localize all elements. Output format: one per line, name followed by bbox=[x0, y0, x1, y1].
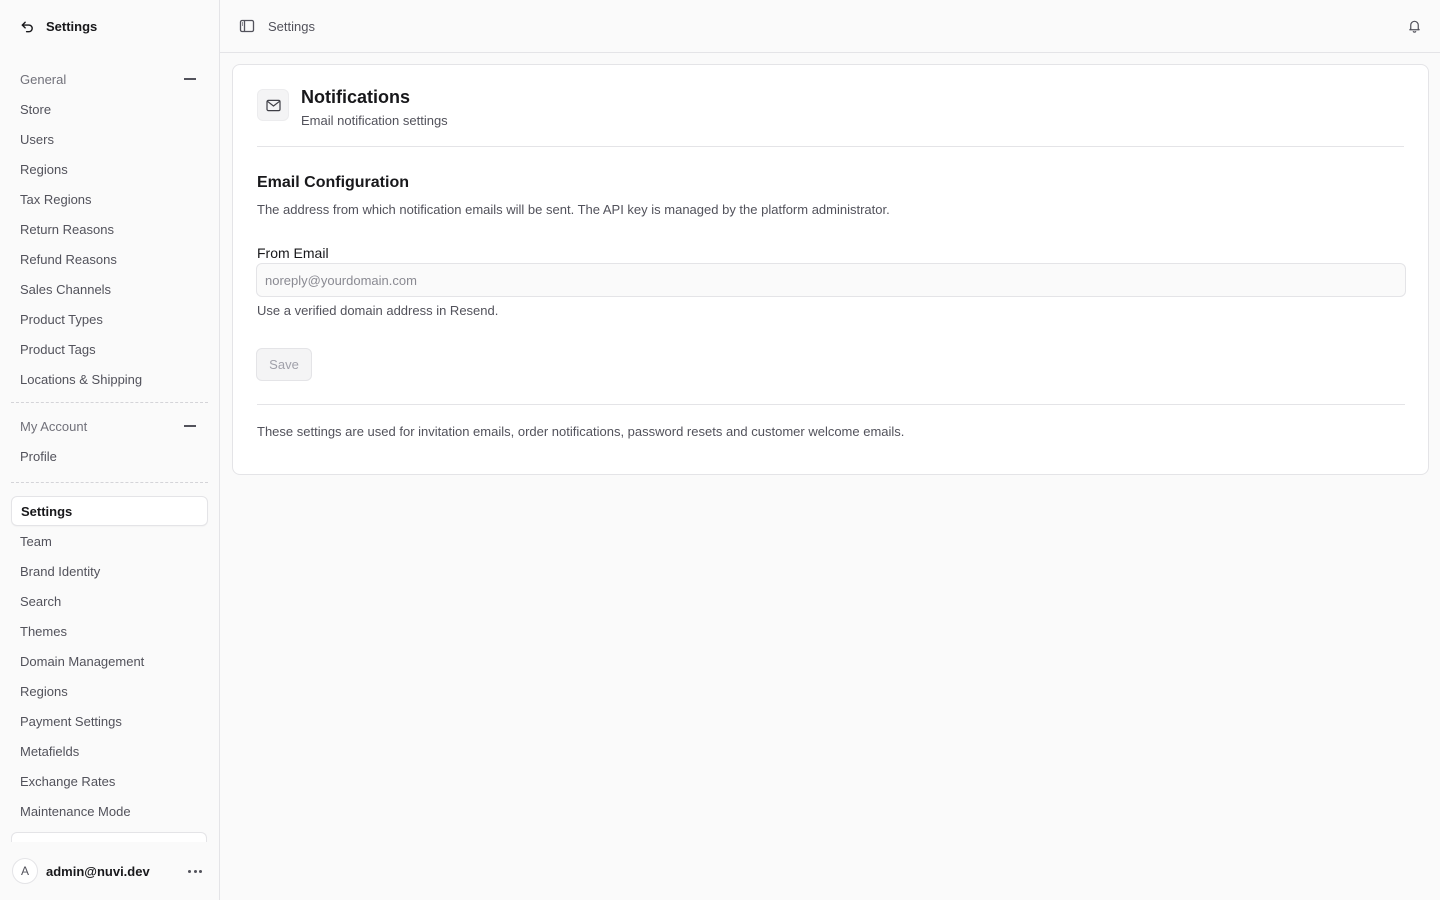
sidebar-group-label: My Account bbox=[20, 418, 88, 434]
minus-icon[interactable] bbox=[184, 78, 196, 80]
sidebar-item-refund-reasons[interactable]: Refund Reasons bbox=[11, 244, 208, 274]
sidebar-item-exchange-rates[interactable]: Exchange Rates bbox=[11, 766, 208, 796]
section-description: The address from which notification emai… bbox=[257, 202, 890, 217]
mail-icon bbox=[257, 89, 289, 121]
sidebar-item-brand-identity[interactable]: Brand Identity bbox=[11, 556, 208, 586]
sidebar-item-domain-management[interactable]: Domain Management bbox=[11, 646, 208, 676]
divider bbox=[257, 404, 1405, 405]
sidebar-item-return-reasons[interactable]: Return Reasons bbox=[11, 214, 208, 244]
sidebar-item-profile[interactable]: Profile bbox=[11, 441, 208, 471]
more-horizontal-icon[interactable] bbox=[183, 861, 207, 881]
user-menu[interactable]: A admin@nuvi.dev bbox=[0, 842, 219, 900]
breadcrumb[interactable]: Settings bbox=[268, 19, 315, 34]
sidebar: Settings General Store Users Regions Tax… bbox=[0, 0, 220, 900]
sidebar-item-maintenance-mode[interactable]: Maintenance Mode bbox=[11, 796, 208, 826]
sidebar-item-regions-2[interactable]: Regions bbox=[11, 676, 208, 706]
sidebar-item-tax-regions[interactable]: Tax Regions bbox=[11, 184, 208, 214]
sidebar-item-store[interactable]: Store bbox=[11, 94, 208, 124]
page-title: Notifications bbox=[301, 87, 411, 107]
card-header: Notifications Email notification setting… bbox=[257, 87, 1404, 147]
sidebar-header: Settings bbox=[0, 0, 219, 52]
sidebar-group-my-account[interactable]: My Account bbox=[11, 411, 208, 441]
sidebar-item-regions[interactable]: Regions bbox=[11, 154, 208, 184]
sidebar-item-themes[interactable]: Themes bbox=[11, 616, 208, 646]
page-subtitle: Email notification settings bbox=[301, 113, 448, 128]
user-email: admin@nuvi.dev bbox=[46, 863, 150, 879]
footer-note: These settings are used for invitation e… bbox=[257, 424, 905, 439]
section-title: Email Configuration bbox=[257, 174, 409, 191]
sidebar-group-label: General bbox=[20, 71, 67, 87]
sidebar-group-general[interactable]: General bbox=[11, 64, 208, 94]
arrow-back-icon[interactable] bbox=[18, 17, 36, 35]
avatar: A bbox=[12, 858, 38, 884]
save-button[interactable]: Save bbox=[256, 348, 312, 381]
sidebar-item-sales-channels[interactable]: Sales Channels bbox=[11, 274, 208, 304]
sidebar-item-product-types[interactable]: Product Types bbox=[11, 304, 208, 334]
bell-icon[interactable] bbox=[1404, 16, 1424, 36]
sidebar-item-search[interactable]: Search bbox=[11, 586, 208, 616]
notifications-card: Notifications Email notification setting… bbox=[232, 64, 1429, 475]
sidebar-item-product-tags[interactable]: Product Tags bbox=[11, 334, 208, 364]
sidebar-divider bbox=[11, 402, 208, 403]
from-email-label: From Email bbox=[257, 245, 329, 261]
sidebar-title: Settings bbox=[46, 18, 98, 34]
sidebar-toggle-icon[interactable] bbox=[238, 17, 256, 35]
from-email-field[interactable] bbox=[256, 263, 1406, 297]
sidebar-item-metafields[interactable]: Metafields bbox=[11, 736, 208, 766]
minus-icon[interactable] bbox=[184, 425, 196, 427]
from-email-hint: Use a verified domain address in Resend. bbox=[257, 303, 499, 318]
sidebar-item-settings[interactable]: Settings bbox=[11, 496, 208, 526]
sidebar-nav: General Store Users Regions Tax Regions … bbox=[0, 52, 219, 842]
sidebar-divider bbox=[11, 482, 208, 483]
topbar: Settings bbox=[220, 0, 1440, 53]
sidebar-item-users[interactable]: Users bbox=[11, 124, 208, 154]
sidebar-item-locations-shipping[interactable]: Locations & Shipping bbox=[11, 364, 208, 394]
sidebar-item-payment-settings[interactable]: Payment Settings bbox=[11, 706, 208, 736]
sidebar-item-team[interactable]: Team bbox=[11, 526, 208, 556]
